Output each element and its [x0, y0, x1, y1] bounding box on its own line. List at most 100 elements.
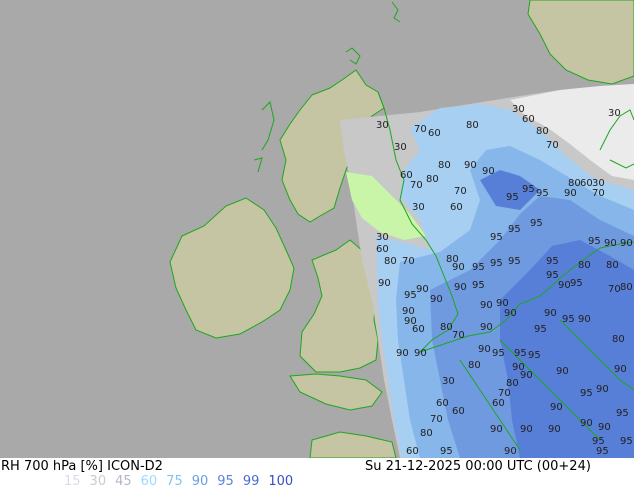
contour-label: 95: [596, 446, 609, 457]
contour-label: 90: [520, 424, 533, 435]
contour-label: 95: [472, 280, 485, 291]
contour-label: 95: [508, 256, 521, 267]
contour-label: 95: [514, 348, 527, 359]
contour-label: 70: [546, 140, 559, 151]
contour-label: 70: [592, 188, 605, 199]
contour-label: 95: [536, 188, 549, 199]
contour-label: 30: [376, 120, 389, 131]
contour-label: 70: [430, 414, 443, 425]
contour-label: 95: [546, 256, 559, 267]
contour-label: 80: [620, 282, 633, 293]
contour-label: 90: [454, 282, 467, 293]
contour-label: 30: [412, 202, 425, 213]
contour-label: 95: [492, 348, 505, 359]
contour-label: 95: [404, 290, 417, 301]
contour-label: 60: [492, 398, 505, 409]
contour-label: 90: [614, 364, 627, 375]
map-title: RH 700 hPa [%] ICON-D2: [1, 459, 163, 474]
contour-label: 80: [578, 260, 591, 271]
contour-label: 90: [414, 348, 427, 359]
contour-label: 30: [394, 142, 407, 153]
color-legend: 15 30 45 60 75 90 95 99 100: [64, 475, 302, 488]
contour-label: 90: [596, 384, 609, 395]
contour-label: 95: [522, 184, 535, 195]
contour-label: 60: [436, 398, 449, 409]
legend-entry: 45: [115, 474, 132, 489]
contour-label: 90: [558, 280, 571, 291]
contour-label: 60: [580, 178, 593, 189]
contour-label: 90: [504, 446, 517, 457]
contour-label: 80: [606, 260, 619, 271]
legend-entry: 90: [191, 474, 209, 489]
contour-label: 90: [598, 422, 611, 433]
contour-label: 60: [522, 114, 535, 125]
contour-label: 95: [490, 232, 503, 243]
legend-entry: 30: [89, 474, 107, 489]
contour-label: 90: [478, 344, 491, 355]
contour-label: 95: [562, 314, 575, 325]
contour-label: 90: [504, 308, 517, 319]
contour-label: 90: [556, 366, 569, 377]
contour-label: 90: [550, 402, 563, 413]
contour-label: 90: [416, 284, 429, 295]
legend-entry: 15: [64, 474, 81, 489]
contour-label: 95: [546, 270, 559, 281]
contour-label: 90: [620, 238, 633, 249]
contour-label: 90: [464, 160, 477, 171]
contour-label: 70: [414, 124, 427, 135]
contour-label: 60: [450, 202, 463, 213]
contour-label: 90: [544, 308, 557, 319]
contour-label: 80: [426, 174, 439, 185]
contour-label: 90: [452, 262, 465, 273]
legend-entry: 99: [242, 474, 260, 489]
contour-label: 30: [376, 232, 389, 243]
contour-label: 60: [406, 446, 419, 457]
contour-label: 80: [438, 160, 451, 171]
contour-label: 95: [472, 262, 485, 273]
contour-label: 95: [490, 258, 503, 269]
contour-label: 90: [378, 278, 391, 289]
contour-label: 95: [534, 324, 547, 335]
contour-label: 90: [480, 322, 493, 333]
contour-label: 80: [466, 120, 479, 131]
contour-label: 90: [482, 166, 495, 177]
contour-label: 90: [520, 370, 533, 381]
contour-label: 90: [564, 188, 577, 199]
contour-label: 80: [536, 126, 549, 137]
contour-label: 95: [506, 192, 519, 203]
contour-label: 90: [490, 424, 503, 435]
contour-label: 70: [454, 186, 467, 197]
contour-label: 90: [430, 294, 443, 305]
contour-label: 30: [608, 108, 621, 119]
contour-label: 70: [402, 256, 415, 267]
contour-label: 80: [420, 428, 433, 439]
legend-entry: 60: [140, 474, 158, 489]
contour-label: 95: [580, 388, 593, 399]
contour-label: 80: [612, 334, 625, 345]
contour-label: 95: [616, 408, 629, 419]
contour-label: 95: [570, 278, 583, 289]
contour-label: 90: [480, 300, 493, 311]
legend-entry: 100: [268, 474, 294, 489]
contour-label: 90: [548, 424, 561, 435]
contour-label: 80: [384, 256, 397, 267]
contour-label: 60: [428, 128, 441, 139]
contour-label: 60: [376, 244, 389, 255]
valid-time: Su 21-12-2025 00:00 UTC (00+24): [365, 459, 591, 474]
legend-entry: 75: [166, 474, 183, 489]
contour-label: 95: [508, 224, 521, 235]
contour-label: 90: [396, 348, 409, 359]
contour-label: 60: [452, 406, 465, 417]
contour-label: 95: [620, 436, 633, 447]
contour-label: 70: [608, 284, 621, 295]
contour-label: 90: [580, 418, 593, 429]
contour-label: 90: [604, 238, 617, 249]
contour-label: 30: [442, 376, 455, 387]
contour-label: 95: [528, 350, 541, 361]
contour-label: 95: [530, 218, 543, 229]
contour-label: 80: [468, 360, 481, 371]
legend-entry: 95: [217, 474, 234, 489]
contour-label: 95: [440, 446, 453, 457]
contour-label: 60: [412, 324, 425, 335]
contour-label: 90: [578, 314, 591, 325]
